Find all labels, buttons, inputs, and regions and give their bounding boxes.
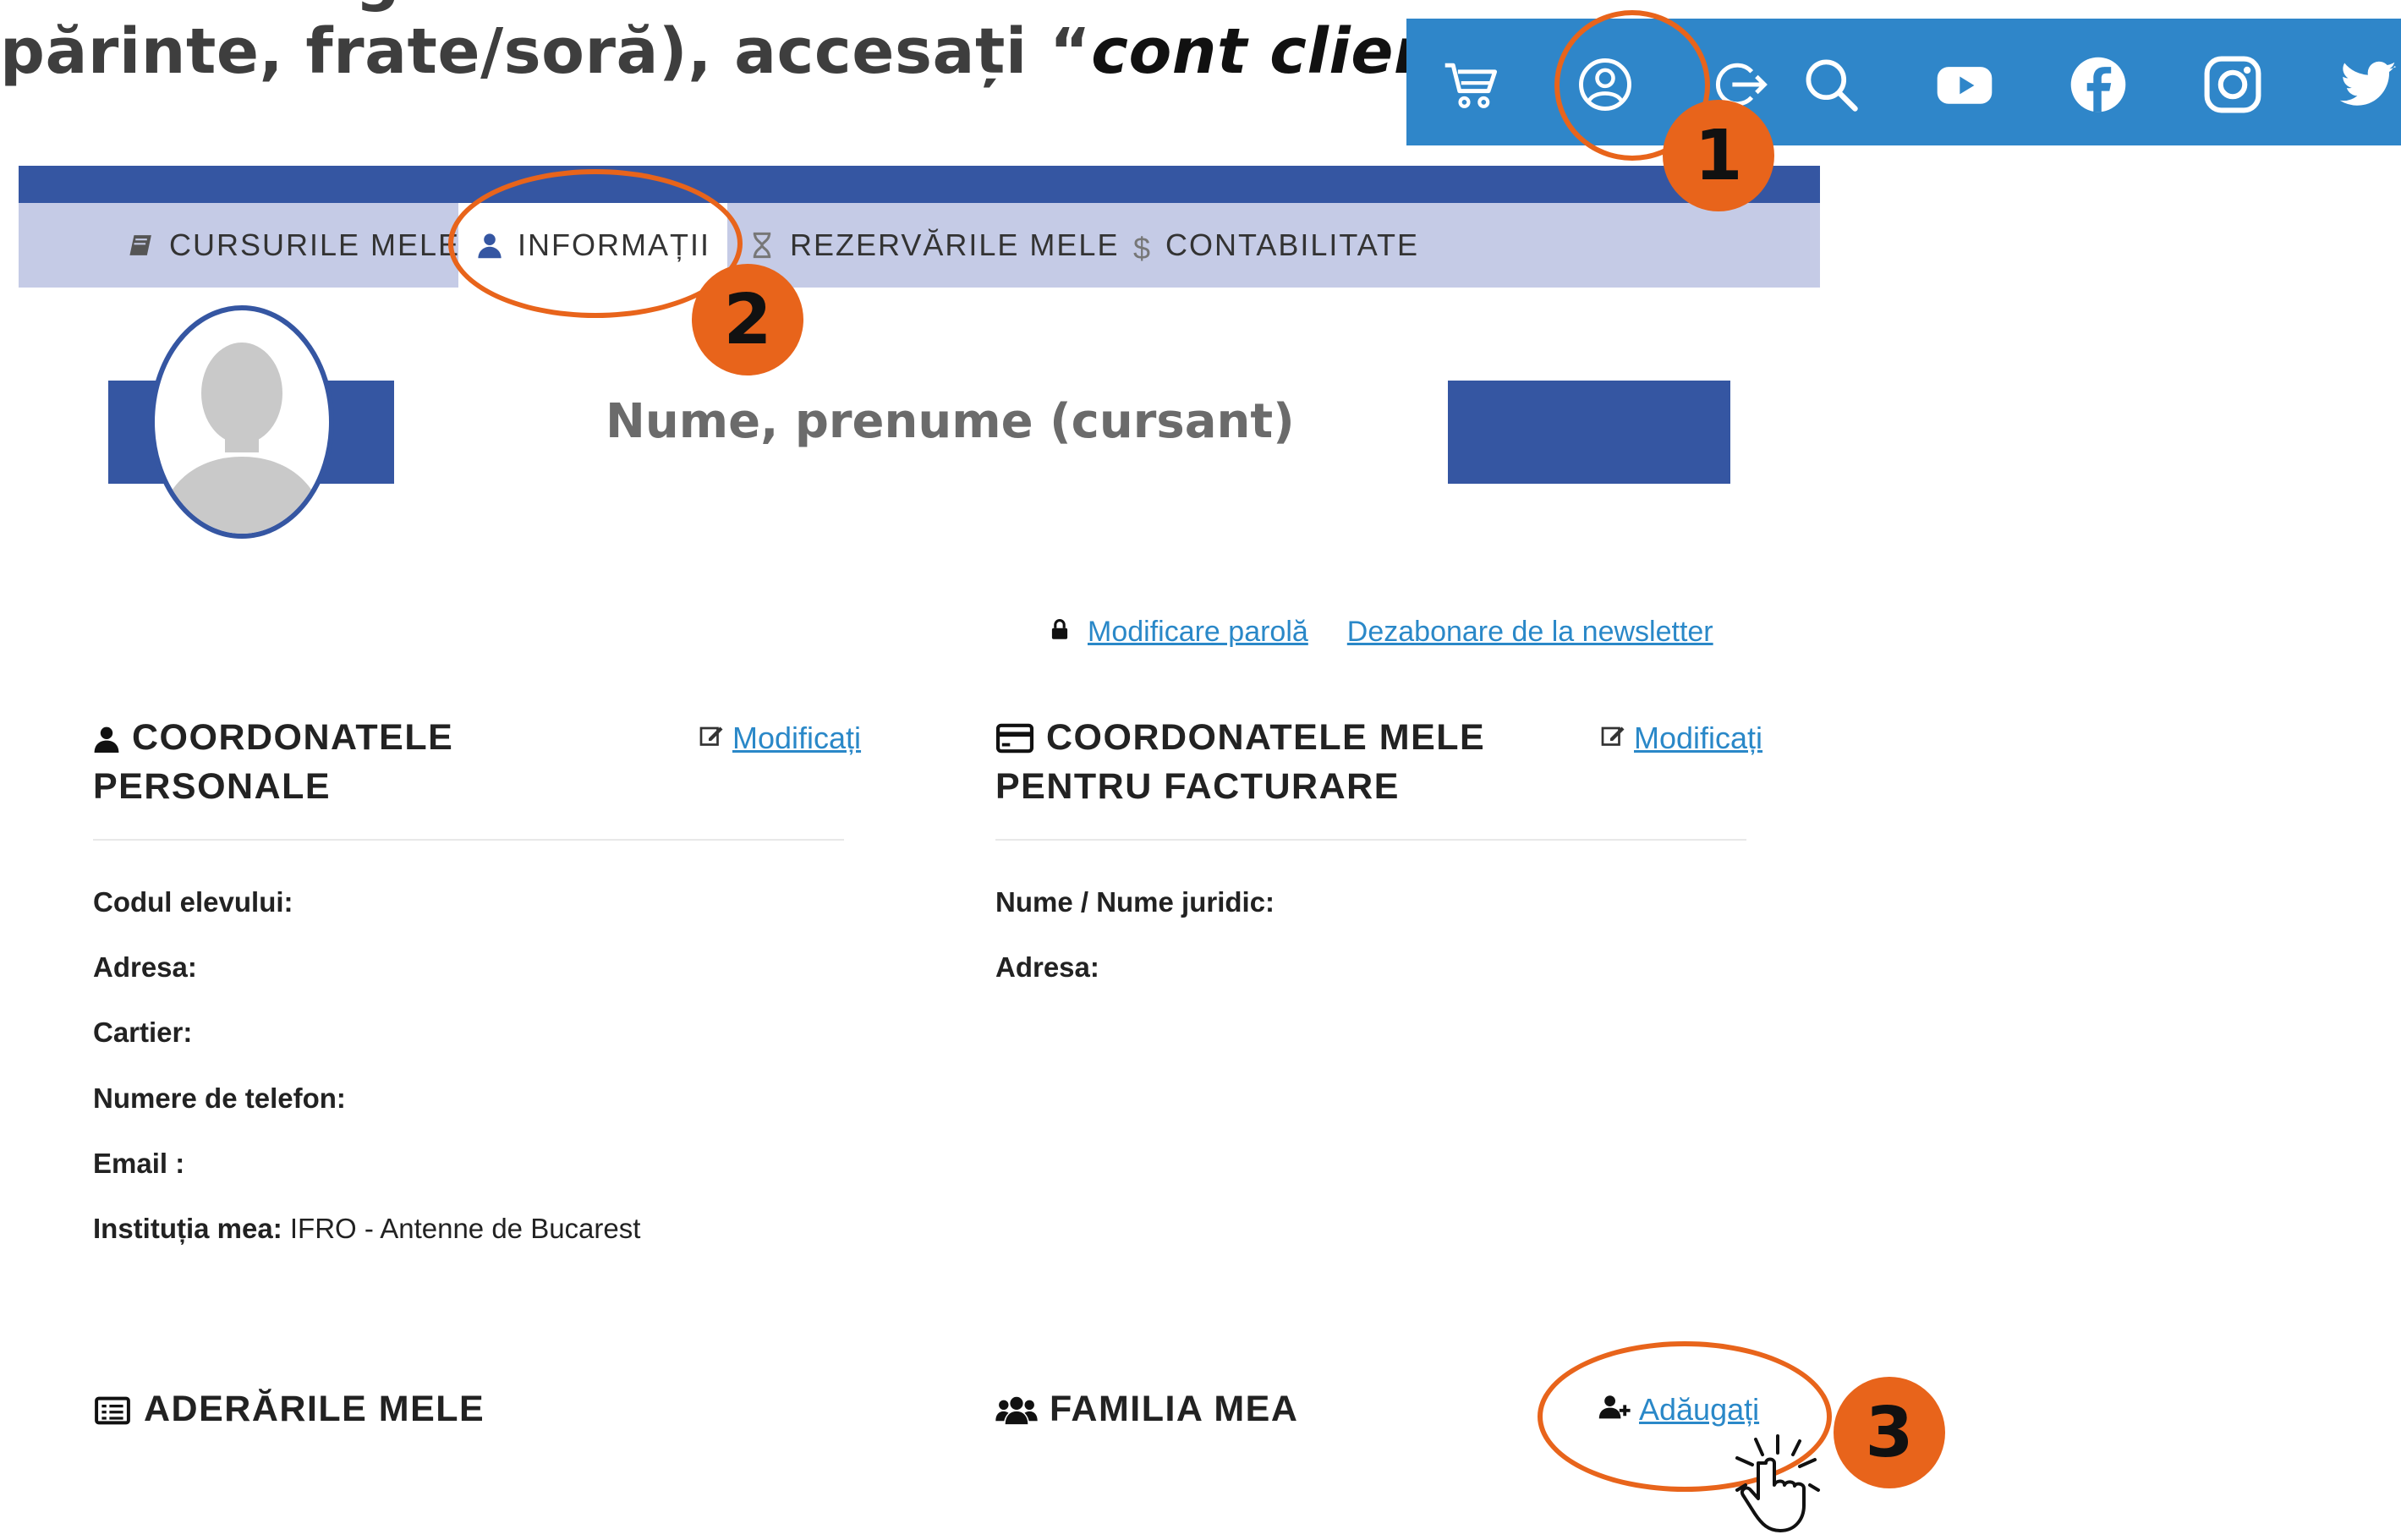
personal-edit-button[interactable]: Modificați [697, 721, 861, 756]
tab-cursurile-mele[interactable]: CURSURILE MELE [127, 203, 460, 288]
instruction-text: părinte, frate/soră), accesați “cont cli… [0, 15, 1510, 88]
change-password-link[interactable]: Modificare parolă [1088, 616, 1308, 649]
field-label: Nume / Nume juridic: [995, 886, 1275, 918]
billing-edit-button[interactable]: Modificați [1598, 721, 1762, 756]
field-label: Adresa: [93, 951, 197, 983]
twitter-icon[interactable] [2335, 52, 2399, 117]
users-group-icon [995, 1392, 1038, 1436]
dollar-icon: $ [1133, 231, 1153, 266]
field-label: Cartier: [93, 1017, 193, 1048]
user-icon [93, 721, 120, 765]
credit-card-icon [995, 721, 1034, 765]
memberships-title: ADERĂRILE MELE [93, 1387, 485, 1436]
step-badge-1: 1 [1663, 100, 1774, 211]
edit-icon [697, 721, 726, 756]
tab-label: CONTABILITATE [1165, 227, 1420, 262]
field-value: IFRO - Antenne de Bucarest [282, 1213, 641, 1244]
pointer-hand-icon [1722, 1433, 1840, 1536]
instruction-text-normal: părinte, frate/soră), accesați “ [0, 15, 1092, 88]
facebook-icon[interactable] [2066, 52, 2130, 117]
step-badge-3: 3 [1834, 1377, 1945, 1488]
personal-divider [93, 839, 844, 841]
step-badge-2: 2 [692, 264, 803, 375]
field-label: Adresa: [995, 951, 1099, 983]
field-email: Email : [93, 1148, 184, 1180]
cart-icon[interactable] [1440, 52, 1505, 117]
account-tabs: CURSURILE MELE INFORMAȚII REZERVĂRILE ME… [19, 203, 1820, 288]
step-number: 1 [1694, 115, 1743, 196]
instruction-cut-line: g [355, 0, 400, 14]
edit-label: Modificați [732, 721, 862, 755]
field-institution: Instituția mea: IFRO - Antenne de Bucare… [93, 1213, 640, 1245]
field-billing-address: Adresa: [995, 951, 1099, 984]
field-legal-name: Nume / Nume juridic: [995, 886, 1275, 918]
avatar [149, 304, 335, 540]
student-name: Nume, prenume (cursant) [606, 394, 1295, 449]
field-student-code: Codul elevului: [93, 886, 293, 918]
profile-banner-right [1448, 381, 1730, 484]
book-icon [127, 231, 156, 260]
family-title: FAMILIA MEA [995, 1387, 1298, 1436]
edit-icon [1598, 721, 1627, 756]
personal-title-line2: PERSONALE [93, 766, 332, 807]
account-header-stripe [19, 166, 1820, 203]
billing-coordinates-title: COORDONATELE MELE PENTRU FACTURARE [995, 715, 1485, 808]
tab-rezervarile-mele[interactable]: REZERVĂRILE MELE [748, 203, 1119, 288]
tab-label: REZERVĂRILE MELE [790, 227, 1120, 262]
lock-icon [1049, 616, 1071, 649]
tab-label: CURSURILE MELE [169, 227, 461, 262]
search-icon[interactable] [1799, 52, 1863, 117]
billing-title-line2: PENTRU FACTURARE [995, 766, 1400, 807]
instagram-icon[interactable] [2201, 52, 2265, 117]
field-phone-numbers: Numere de telefon: [93, 1082, 346, 1115]
field-label: Numere de telefon: [93, 1082, 346, 1114]
youtube-icon[interactable] [1932, 52, 1997, 117]
step-number: 3 [1865, 1392, 1914, 1473]
unsubscribe-newsletter-link[interactable]: Dezabonare de la newsletter [1347, 616, 1713, 649]
billing-title-line1: COORDONATELE MELE [1046, 717, 1486, 758]
hourglass-icon [748, 231, 776, 260]
field-label: Instituția mea: [93, 1213, 282, 1244]
account-links: Modificare parolă Dezabonare de la newsl… [1049, 616, 1713, 649]
field-address: Adresa: [93, 951, 197, 984]
memberships-label: ADERĂRILE MELE [144, 1389, 485, 1429]
step-number: 2 [723, 279, 772, 360]
personal-title-line1: COORDONATELE [132, 717, 454, 758]
field-neighborhood: Cartier: [93, 1017, 192, 1049]
field-label: Email : [93, 1148, 185, 1179]
field-label: Codul elevului: [93, 886, 293, 918]
tab-contabilitate[interactable]: $ CONTABILITATE [1133, 203, 1419, 288]
billing-divider [995, 839, 1746, 841]
family-label: FAMILIA MEA [1050, 1389, 1299, 1429]
list-icon [93, 1392, 132, 1436]
personal-coordinates-title: COORDONATELE PERSONALE [93, 715, 453, 808]
edit-label: Modificați [1634, 721, 1763, 755]
